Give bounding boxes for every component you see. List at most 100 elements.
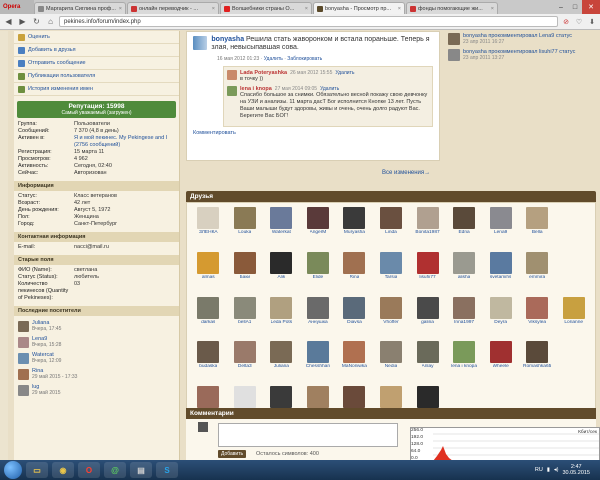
browser-tab[interactable]: онлайн переводчик - ... × (127, 2, 219, 14)
friend-item[interactable]: Elide (300, 251, 337, 293)
friend-item[interactable]: galina (409, 296, 446, 338)
friend-name[interactable]: almas (202, 275, 215, 280)
friend-item[interactable]: Leda Pots (263, 296, 300, 338)
volume-icon[interactable]: ◂) (554, 467, 559, 473)
friend-name[interactable]: Romashka65 (523, 364, 551, 369)
friend-name[interactable]: Lorianne (564, 320, 583, 325)
friend-item[interactable]: Bonita1987 (409, 207, 446, 248)
add-comment-button[interactable]: Добавить (218, 450, 247, 458)
friend-item[interactable]: Waterkat (263, 207, 300, 248)
avatar[interactable] (343, 207, 366, 229)
avatar[interactable] (489, 251, 512, 274)
friend-item[interactable]: MaNoniwka (336, 341, 373, 382)
friend-name[interactable]: Баки (240, 275, 251, 280)
avatar[interactable] (343, 251, 366, 274)
browser-tab[interactable]: фонды помогающие жи... × (406, 2, 498, 14)
avatar[interactable] (227, 70, 237, 80)
comment-textarea[interactable] (218, 423, 398, 447)
profile-menu-item[interactable]: Публикации пользователя (14, 70, 179, 83)
friend-name[interactable]: Inna1997 (454, 320, 474, 325)
friend-item[interactable]: emmira (519, 251, 556, 293)
post-lock-link[interactable]: Заблокировать (287, 56, 322, 62)
friend-item[interactable]: lena i knopa (446, 341, 483, 382)
avatar[interactable] (270, 251, 293, 274)
opera-menu-button[interactable]: Opera (0, 0, 34, 14)
avatar[interactable] (18, 352, 29, 364)
avatar[interactable] (18, 320, 29, 332)
avatar[interactable] (416, 251, 439, 274)
bookmark-icon[interactable]: ♡ (574, 17, 584, 27)
friend-item[interactable]: Inna1997 (446, 296, 483, 338)
friend-name[interactable]: lena i knopa (451, 364, 477, 369)
avatar[interactable] (18, 336, 29, 348)
avatar[interactable] (416, 207, 439, 229)
avatar[interactable] (197, 296, 220, 319)
tab-close-icon[interactable]: × (119, 6, 122, 12)
home-icon[interactable]: ⌂ (45, 16, 56, 27)
avatar[interactable] (227, 86, 237, 96)
close-icon[interactable]: ✕ (582, 0, 600, 14)
friend-name[interactable]: lisuhi77 (419, 275, 435, 280)
friend-name[interactable]: Bonita1987 (415, 230, 439, 235)
avatar[interactable] (526, 341, 549, 364)
friend-name[interactable]: Wheele (493, 364, 509, 369)
friend-item[interactable]: alisha (446, 251, 483, 293)
avatar[interactable] (526, 296, 549, 319)
avatar[interactable] (306, 341, 329, 364)
friend-item[interactable]: ЗЛЁНКА (190, 207, 227, 248)
friend-item[interactable]: Deyra (482, 296, 519, 338)
friend-name[interactable]: Delta3 (238, 364, 252, 369)
avatar[interactable] (526, 251, 549, 274)
friend-name[interactable]: Lena9 (494, 230, 507, 235)
avatar[interactable] (306, 296, 329, 319)
avatar[interactable] (306, 207, 329, 229)
avatar[interactable] (453, 296, 476, 319)
minimize-icon[interactable]: – (554, 0, 568, 14)
avatar[interactable] (416, 386, 439, 409)
avatar[interactable] (489, 296, 512, 319)
avatar[interactable] (270, 386, 293, 409)
friend-name[interactable]: Anlay (422, 364, 434, 369)
avatar[interactable] (233, 251, 256, 274)
avatar[interactable] (379, 207, 402, 229)
avatar[interactable] (343, 296, 366, 319)
avatar[interactable] (193, 36, 208, 50)
visitor-item[interactable]: Juliana Вчера, 17:45 (14, 318, 179, 334)
network-icon[interactable]: ▮ (547, 467, 550, 473)
comment-link[interactable]: Комментировать (187, 127, 439, 139)
friend-name[interactable]: MaNoniwka (342, 364, 367, 369)
friend-item[interactable]: lisuhi77 (409, 251, 446, 293)
profile-menu-item[interactable]: Добавить в друзья (14, 44, 179, 57)
start-button[interactable] (4, 461, 22, 479)
friend-item[interactable]: AngerM (300, 207, 337, 248)
friend-item[interactable]: Rina (336, 251, 373, 293)
avatar[interactable] (233, 296, 256, 319)
friend-name[interactable]: Chesshhan (306, 364, 330, 369)
avatar[interactable] (270, 207, 293, 229)
avatar[interactable] (306, 386, 329, 409)
friend-name[interactable]: Nedia (385, 364, 398, 369)
avatar[interactable] (197, 251, 220, 274)
friend-item[interactable]: Bella (519, 207, 556, 248)
friend-item[interactable]: svetamihs (482, 251, 519, 293)
friend-item[interactable]: Linda (373, 207, 410, 248)
avatar[interactable] (448, 49, 460, 61)
avatar[interactable] (306, 251, 329, 274)
friend-name[interactable]: Vhoffer (383, 320, 398, 325)
friend-name[interactable]: Juliana (274, 364, 289, 369)
friend-name[interactable]: ЗЛЁНКА (199, 230, 218, 235)
friend-name[interactable]: Edna (458, 230, 469, 235)
friend-name[interactable]: Leda Pots (271, 320, 293, 325)
avatar[interactable] (453, 251, 476, 274)
avatar[interactable] (379, 386, 402, 409)
left-scrollbar[interactable] (0, 31, 8, 460)
chrome-icon[interactable]: ◉ (52, 462, 74, 478)
friend-item[interactable]: Anlay (409, 341, 446, 382)
field-value[interactable]: Я и мой пекинес. My Pekingese and I (275… (74, 135, 175, 149)
stop-icon[interactable]: ⊘ (561, 17, 571, 27)
avatar[interactable] (526, 207, 549, 229)
avatar[interactable] (379, 341, 402, 364)
friend-item[interactable]: Delta3 (227, 341, 264, 382)
friend-name[interactable]: Viksylea (528, 320, 546, 325)
friend-item[interactable]: Lena9 (482, 207, 519, 248)
